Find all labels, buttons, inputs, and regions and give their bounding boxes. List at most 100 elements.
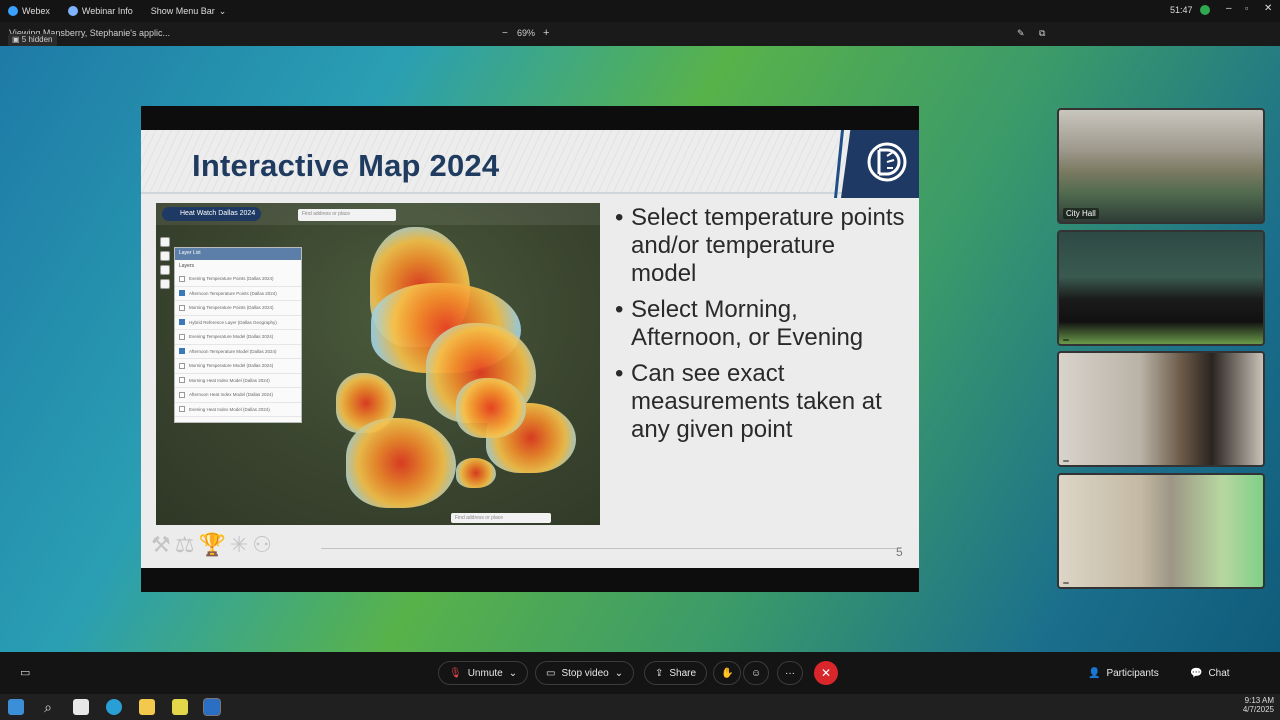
layer-checkbox[interactable] (179, 362, 185, 369)
layer-row[interactable]: Hybrid Reference Layer (Dallas Geography… (175, 316, 301, 330)
heat-map-screenshot: Heat Watch Dallas 2024 Find address or p… (156, 203, 600, 525)
share-button[interactable]: ⇪ Share (644, 661, 708, 685)
layer-row[interactable]: Morning Heat Index Model (Dallas 2024) (175, 374, 301, 388)
zoom-out-button[interactable]: − (502, 28, 508, 39)
zoom-out-icon[interactable] (160, 251, 170, 261)
show-menu-bar[interactable]: Show Menu Bar ⌄ (151, 6, 227, 17)
webex-menu[interactable]: Webex (8, 6, 50, 16)
close-icon[interactable]: ✕ (1264, 3, 1272, 14)
layer-checkbox[interactable] (179, 319, 185, 326)
zoom-in-icon[interactable] (160, 237, 170, 247)
hidden-badge[interactable]: ▣ 5 hidden (8, 34, 57, 46)
video-label (1063, 339, 1069, 341)
video-tile-council-dais[interactable] (1057, 230, 1265, 346)
windows-start-icon[interactable] (8, 699, 24, 715)
map-search-input[interactable]: Find address or place (298, 209, 396, 221)
taskbar-clock: 9:13 AM 4/7/2025 (1230, 696, 1274, 714)
layer-rows: Evening Temperature Points (Dallas 2024)… (175, 272, 301, 417)
end-call-button[interactable]: ✕ (814, 661, 838, 685)
map-app-title: Heat Watch Dallas 2024 (162, 207, 262, 221)
hand-icon: ✋ (721, 667, 734, 679)
layer-checkbox[interactable] (179, 304, 185, 311)
bullet-text: Can see exact measurements taken at any … (631, 360, 882, 443)
zoom-in-button[interactable]: + (543, 27, 549, 39)
layer-row[interactable]: Evening Temperature Points (Dallas 2024) (175, 272, 301, 287)
layer-checkbox[interactable] (179, 391, 185, 398)
share-label: Share (669, 667, 697, 679)
layer-checkbox[interactable] (179, 406, 185, 413)
slide-title: Interactive Map 2024 (192, 148, 500, 183)
layer-label: Evening Temperature Model (Dallas 2024) (189, 334, 274, 340)
share-icon: ⇪ (655, 667, 664, 679)
lock-icon: ▣ (12, 35, 20, 44)
layer-label: Morning Temperature Model (Dallas 2024) (189, 363, 274, 369)
camera-icon: ▭ (546, 667, 556, 679)
layer-checkbox[interactable] (179, 275, 185, 282)
reactions-button[interactable]: ☺ (743, 661, 770, 685)
layer-row[interactable]: Evening Temperature Model (Dallas 2024) (175, 330, 301, 345)
video-tile-speaker[interactable] (1057, 351, 1265, 467)
layer-checkbox[interactable] (179, 290, 185, 297)
webinar-info-menu[interactable]: Webinar Info (67, 6, 133, 16)
maximize-icon[interactable]: ▫ (1245, 3, 1248, 13)
file-explorer-icon[interactable] (139, 699, 155, 715)
layers-subtitle: Layers (179, 263, 195, 269)
dallas-d-icon (867, 142, 907, 182)
minimize-icon[interactable]: – (1226, 3, 1232, 14)
stop-video-button[interactable]: ▭ Stop video ⌄ (535, 661, 635, 685)
home-icon[interactable] (160, 265, 170, 275)
layer-list-panel: Layer List Layers Evening Temperature Po… (174, 247, 302, 423)
close-icon: ✕ (820, 666, 832, 680)
raise-hand-button[interactable]: ✋ (713, 661, 742, 685)
annotate-icon[interactable]: ✎ (1017, 28, 1025, 39)
layer-label: Evening Heat Index Model (Dallas 2024) (189, 406, 270, 412)
chat-label: Chat (1208, 667, 1230, 679)
layer-label: Afternoon Temperature Points (Dallas 202… (189, 290, 277, 296)
webinar-info-label: Webinar Info (81, 6, 133, 16)
layer-row[interactable]: Evening Heat Index Model (Dallas 2024) (175, 403, 301, 417)
layer-checkbox[interactable] (179, 377, 185, 384)
webex-taskbar-icon[interactable] (203, 698, 221, 716)
search-icon[interactable]: ⌕ (40, 699, 56, 715)
more-options-button[interactable]: ··· (777, 661, 803, 685)
layer-list-title: Layer List (175, 248, 301, 260)
person-icon: 👤 (1088, 667, 1101, 679)
layer-label: Morning Heat Index Model (Dallas 2024) (189, 377, 270, 383)
slide-page-number: 5 (896, 545, 903, 559)
bullet-item: • Select temperature points and/or temper… (615, 204, 905, 287)
bullet-item: • Select Morning, Afternoon, or Evening (615, 296, 905, 352)
layer-label: Morning Temperature Points (Dallas 2024) (189, 305, 274, 311)
layer-checkbox[interactable] (179, 333, 185, 340)
layer-row[interactable]: Afternoon Heat Index Model (Dallas 2024) (175, 388, 301, 403)
edge-browser-icon[interactable] (106, 699, 122, 715)
map-bottom-search[interactable]: Find address or place (451, 513, 551, 523)
chat-bubble-icon: 💬 (1190, 667, 1203, 679)
meeting-controls: ▭ 🎙 Unmute ⌄ ▭ Stop video ⌄ ⇪ Share ✋ ☺ … (0, 652, 1280, 694)
webex-logo-icon (8, 6, 18, 16)
chat-button[interactable]: 💬 Chat (1180, 661, 1240, 685)
chevron-down-icon: ⌄ (508, 667, 518, 679)
zoom-level: 69% (517, 28, 536, 38)
mic-muted-icon: 🎙 (449, 667, 462, 679)
layer-checkbox[interactable] (179, 348, 185, 355)
layer-row[interactable]: Afternoon Temperature Points (Dallas 202… (175, 287, 301, 301)
windows-taskbar: ⌕ 9:13 AM 4/7/2025 (0, 694, 1280, 720)
more-icon: ··· (785, 667, 795, 679)
layer-row[interactable]: Morning Temperature Points (Dallas 2024) (175, 301, 301, 316)
locate-icon[interactable] (160, 279, 170, 289)
video-tile-attendee[interactable] (1057, 473, 1265, 589)
participants-button[interactable]: 👤 Participants (1078, 661, 1169, 685)
layer-label: Evening Temperature Points (Dallas 2024) (189, 276, 274, 282)
meeting-timer: 51:47 (1170, 5, 1193, 15)
file-icon[interactable] (73, 699, 89, 715)
layer-row[interactable]: Morning Temperature Model (Dallas 2024) (175, 359, 301, 374)
chevron-down-icon: ⌄ (218, 5, 227, 16)
slide-bullets: • Select temperature points and/or temper… (615, 204, 905, 452)
sticky-notes-icon[interactable] (172, 699, 188, 715)
smiley-icon: ☺ (751, 667, 762, 679)
layer-row[interactable]: Afternoon Temperature Model (Dallas 2024… (175, 345, 301, 359)
popout-icon[interactable]: ⧉ (1039, 28, 1045, 39)
unmute-button[interactable]: 🎙 Unmute ⌄ (438, 661, 529, 685)
video-tile-city-hall[interactable]: City Hall (1057, 108, 1265, 224)
captions-icon[interactable]: ▭ (20, 666, 30, 679)
